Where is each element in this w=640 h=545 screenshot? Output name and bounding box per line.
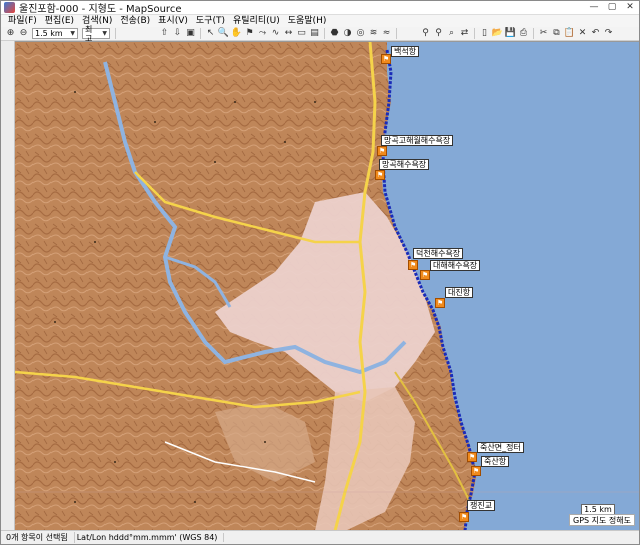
window-title: 울진포함-000 - 지형도 - MapSource [19, 4, 182, 15]
poi-marker-icon[interactable]: ⚑ [408, 260, 418, 270]
undo-icon[interactable]: ↶ [590, 28, 601, 39]
route-tool-icon[interactable]: ⤳ [257, 28, 268, 39]
paste-icon[interactable]: 📋 [564, 28, 575, 39]
select-tool-icon[interactable]: ↖ [205, 28, 216, 39]
toolbar-separator [200, 28, 201, 39]
gps-map-note: GPS 지도 정해도 [569, 514, 635, 526]
toolbar-separator [396, 28, 397, 39]
open-file-icon[interactable]: 📂 [492, 28, 503, 39]
find-nearby-icon[interactable]: ⌕ [446, 28, 457, 39]
map-tool-icon[interactable]: ▤ [309, 28, 320, 39]
device-icon[interactable]: ▣ [185, 28, 196, 39]
poi-marker-icon[interactable]: ⚑ [381, 54, 391, 64]
poi-marker-icon[interactable]: ⚑ [377, 146, 387, 156]
label-tool-icon[interactable]: ▭ [296, 28, 307, 39]
poi-label-jaengjin[interactable]: 쟁진교 [467, 500, 496, 511]
find-icon[interactable]: ⚲ [420, 28, 431, 39]
mapsource-window: 울진포함-000 - 지형도 - MapSource — ▢ ✕ 파일(F) 편… [0, 0, 640, 545]
menu-transfer[interactable]: 전송(B) [116, 15, 154, 27]
pan-tool-icon[interactable]: ✋ [231, 28, 242, 39]
send-to-device-icon[interactable]: ⇧ [159, 28, 170, 39]
poi-label-daehae[interactable]: 대해해수욕장 [430, 260, 481, 271]
zoom-in-icon[interactable]: ⊕ [5, 28, 16, 39]
routing-icon[interactable]: ⇄ [459, 28, 470, 39]
zoom-value: 1.5 km [35, 29, 63, 38]
status-selection: 0개 항목이 선택됨 [4, 532, 75, 543]
new-file-icon[interactable]: ▯ [479, 28, 490, 39]
toolbar-separator [324, 28, 325, 39]
menu-edit[interactable]: 편집(E) [41, 15, 78, 27]
window-controls: — ▢ ✕ [585, 1, 639, 14]
detail-value: 최고 [85, 24, 93, 43]
map-product-icon[interactable]: ⬣ [329, 28, 340, 39]
maximize-button[interactable]: ▢ [603, 1, 621, 14]
menu-file[interactable]: 파일(F) [4, 15, 41, 27]
poi-marker-icon[interactable]: ⚑ [467, 452, 477, 462]
poi-marker-icon[interactable]: ⚑ [420, 270, 430, 280]
poi-marker-icon[interactable]: ⚑ [375, 170, 385, 180]
close-button[interactable]: ✕ [621, 1, 639, 14]
zoom-out-icon[interactable]: ⊖ [18, 28, 29, 39]
menu-view[interactable]: 표시(V) [154, 15, 192, 27]
poi-label-daejin[interactable]: 대진항 [445, 287, 474, 298]
menu-utilities[interactable]: 유틸리티(U) [229, 15, 284, 27]
location-icon[interactable]: ◎ [355, 28, 366, 39]
zoom-tool-icon[interactable]: 🔍 [218, 28, 229, 39]
poi-label-baekseok[interactable]: 백석항 [391, 46, 420, 57]
map-view[interactable]: ⚑ 백석항 ⚑ 망곡고해월해수욕장 ⚑ 망곡해수욕장 ⚑ 덕천해수욕장 ⚑ 대해… [15, 41, 639, 530]
poi-marker-icon[interactable]: ⚑ [471, 466, 481, 476]
track-color-icon[interactable]: ≋ [368, 28, 379, 39]
print-icon[interactable]: ⎙ [518, 28, 529, 39]
receive-from-device-icon[interactable]: ⇩ [172, 28, 183, 39]
route-color-icon[interactable]: ≈ [381, 28, 392, 39]
palette-icon[interactable]: ◑ [342, 28, 353, 39]
toolbar-separator [115, 28, 116, 39]
poi-label-juksan-port[interactable]: 죽산항 [481, 456, 510, 467]
redo-icon[interactable]: ↷ [603, 28, 614, 39]
copy-icon[interactable]: ⧉ [551, 28, 562, 39]
poi-label-mangok-goghae[interactable]: 망곡고해월해수욕장 [381, 135, 454, 146]
poi-label-mangok-beach[interactable]: 망곡해수욕장 [379, 159, 430, 170]
title-bar: 울진포함-000 - 지형도 - MapSource — ▢ ✕ [1, 1, 639, 15]
status-bar: 0개 항목이 선택됨 Lat/Lon hddd°mm.mmm' (WGS 84) [1, 530, 639, 544]
waypoint-tool-icon[interactable]: ⚑ [244, 28, 255, 39]
toolbar-separator [474, 28, 475, 39]
find-places-icon[interactable]: ⚲ [433, 28, 444, 39]
poi-marker-icon[interactable]: ⚑ [459, 512, 469, 522]
menu-help[interactable]: 도움말(H) [284, 15, 331, 27]
minimize-button[interactable]: — [585, 1, 603, 14]
save-file-icon[interactable]: 💾 [505, 28, 516, 39]
chevron-down-icon: ▼ [102, 30, 107, 37]
app-icon [4, 2, 15, 13]
track-tool-icon[interactable]: ∿ [270, 28, 281, 39]
delete-icon[interactable]: ✕ [577, 28, 588, 39]
zoom-select[interactable]: 1.5 km ▼ [32, 28, 78, 39]
poi-label-deokcheon[interactable]: 덕천해수욕장 [413, 248, 464, 259]
menu-tools[interactable]: 도구(T) [192, 15, 229, 27]
cut-icon[interactable]: ✂ [538, 28, 549, 39]
toolbar: ⊕ ⊖ 1.5 km ▼ 최고 ▼ ⇧ ⇩ ▣ ↖ 🔍 ✋ ⚑ ⤳ ∿ ↔ ▭ ▤ … [1, 25, 639, 43]
map-canvas [15, 42, 639, 530]
detail-select[interactable]: 최고 ▼ [82, 25, 110, 43]
map-left-strip [1, 41, 15, 530]
poi-marker-icon[interactable]: ⚑ [435, 298, 445, 308]
measure-tool-icon[interactable]: ↔ [283, 28, 294, 39]
poi-label-juksan-jeongteo[interactable]: 죽산면_정터 [477, 442, 524, 453]
chevron-down-icon: ▼ [70, 30, 75, 37]
status-coord-format: Lat/Lon hddd°mm.mmm' (WGS 84) [75, 533, 225, 542]
toolbar-separator [533, 28, 534, 39]
